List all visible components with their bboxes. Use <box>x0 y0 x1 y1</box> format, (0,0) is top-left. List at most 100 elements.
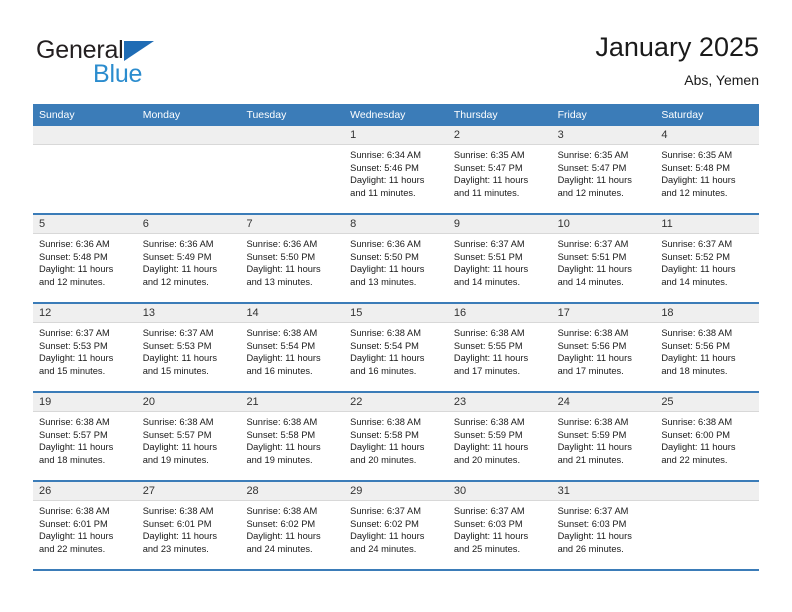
daylight-text-line1: Daylight: 11 hours <box>661 264 736 275</box>
daylight-text-line2: and 15 minutes. <box>142 365 209 376</box>
sunrise-text: Sunrise: 6:35 AM <box>661 150 733 160</box>
weekday-header-wednesday: Wednesday <box>350 109 406 121</box>
calendar-day-cell[interactable]: 28 Sunrise: 6:38 AM Sunset: 6:02 PM Dayligh… <box>240 482 345 569</box>
day-number-band: 9 <box>447 215 552 234</box>
day-number: 29 <box>350 485 363 497</box>
general-blue-logo[interactable]: General Blue <box>33 36 193 92</box>
day-number: 22 <box>350 396 363 408</box>
calendar-day-cell[interactable]: 13 Sunrise: 6:37 AM Sunset: 5:53 PM Dayligh… <box>136 304 241 391</box>
day-number: 1 <box>350 129 357 141</box>
calendar-day-cell[interactable]: 24 Sunrise: 6:38 AM Sunset: 5:59 PM Dayligh… <box>551 393 656 480</box>
calendar-week-row: 12 Sunrise: 6:37 AM Sunset: 5:53 PM Dayligh… <box>33 304 760 393</box>
daylight-text-line1: Daylight: 11 hours <box>453 264 529 275</box>
sunset-text: Sunset: 5:53 PM <box>142 340 212 351</box>
day-number-band: 5 <box>33 215 137 234</box>
sunrise-text: Sunrise: 6:38 AM <box>557 417 629 427</box>
sunrise-text: Sunrise: 6:38 AM <box>557 328 629 338</box>
sunset-text: Sunset: 5:54 PM <box>350 340 419 351</box>
daylight-text-line1: Daylight: 11 hours <box>453 442 529 453</box>
day-number: 31 <box>557 485 570 497</box>
daylight-text-line2: and 20 minutes. <box>350 454 417 465</box>
calendar-day-cell-empty <box>240 126 345 213</box>
sunset-text: Sunset: 6:01 PM <box>39 518 108 529</box>
sunrise-text: Sunrise: 6:37 AM <box>350 506 421 516</box>
daylight-text-line2: and 18 minutes. <box>661 365 728 376</box>
calendar-day-cell[interactable]: 20 Sunrise: 6:38 AM Sunset: 5:57 PM Dayligh… <box>136 393 241 480</box>
calendar-day-cell[interactable]: 7 Sunrise: 6:36 AM Sunset: 5:50 PM Daylight… <box>240 215 345 302</box>
calendar-day-cell[interactable]: 9 Sunrise: 6:37 AM Sunset: 5:51 PM Daylight… <box>447 215 552 302</box>
daylight-text-line2: and 24 minutes. <box>350 543 417 554</box>
sunset-text: Sunset: 5:47 PM <box>453 162 523 173</box>
day-number-band: 6 <box>136 215 241 234</box>
sunrise-text: Sunrise: 6:38 AM <box>39 506 110 516</box>
sunset-text: Sunset: 5:50 PM <box>350 251 419 262</box>
day-detail-body: Sunrise: 6:37 AM Sunset: 6:03 PM Daylight:… <box>552 501 656 555</box>
sunset-text: Sunset: 5:57 PM <box>142 429 212 440</box>
sunrise-text: Sunrise: 6:38 AM <box>661 417 733 427</box>
daylight-text-line2: and 21 minutes. <box>557 454 624 465</box>
calendar-day-cell[interactable]: 10 Sunrise: 6:37 AM Sunset: 5:51 PM Dayligh… <box>551 215 656 302</box>
calendar-day-cell[interactable]: 17 Sunrise: 6:38 AM Sunset: 5:56 PM Dayligh… <box>551 304 656 391</box>
daylight-text-line2: and 13 minutes. <box>246 276 313 287</box>
sunrise-text: Sunrise: 6:38 AM <box>246 417 318 427</box>
calendar-day-cell[interactable]: 12 Sunrise: 6:37 AM Sunset: 5:53 PM Dayligh… <box>33 304 137 391</box>
day-number-band <box>33 126 137 145</box>
day-number: 28 <box>246 485 259 497</box>
calendar-week-row: 26 Sunrise: 6:38 AM Sunset: 6:01 PM Dayligh… <box>33 482 760 571</box>
calendar-day-cell[interactable]: 21 Sunrise: 6:38 AM Sunset: 5:58 PM Dayligh… <box>240 393 345 480</box>
calendar-day-cell[interactable]: 8 Sunrise: 6:36 AM Sunset: 5:50 PM Daylight… <box>344 215 448 302</box>
calendar-day-cell[interactable]: 15 Sunrise: 6:38 AM Sunset: 5:54 PM Dayligh… <box>344 304 448 391</box>
daylight-text-line2: and 14 minutes. <box>661 276 728 287</box>
sunset-text: Sunset: 6:02 PM <box>246 518 316 529</box>
day-number-band: 8 <box>344 215 448 234</box>
day-number-band: 19 <box>33 393 137 412</box>
day-number-band: 14 <box>240 304 345 323</box>
day-number: 5 <box>39 218 46 230</box>
day-number-band: 20 <box>136 393 241 412</box>
calendar-day-cell[interactable]: 23 Sunrise: 6:38 AM Sunset: 5:59 PM Dayligh… <box>447 393 552 480</box>
calendar-day-cell[interactable]: 30 Sunrise: 6:37 AM Sunset: 6:03 PM Dayligh… <box>447 482 552 569</box>
daylight-text-line2: and 11 minutes. <box>350 187 416 198</box>
logo-text-blue: Blue <box>93 60 143 88</box>
day-number: 7 <box>246 218 253 230</box>
daylight-text-line1: Daylight: 11 hours <box>39 531 114 542</box>
sunrise-text: Sunrise: 6:38 AM <box>350 328 421 338</box>
sunrise-text: Sunrise: 6:35 AM <box>453 150 525 160</box>
calendar-day-cell[interactable]: 14 Sunrise: 6:38 AM Sunset: 5:54 PM Dayligh… <box>240 304 345 391</box>
calendar-day-cell[interactable]: 31 Sunrise: 6:37 AM Sunset: 6:03 PM Dayligh… <box>551 482 656 569</box>
daylight-text-line2: and 26 minutes. <box>557 543 624 554</box>
calendar-day-cell[interactable]: 6 Sunrise: 6:36 AM Sunset: 5:49 PM Daylight… <box>136 215 241 302</box>
calendar-week-row: 5 Sunrise: 6:36 AM Sunset: 5:48 PM Daylight… <box>33 215 760 304</box>
day-number: 27 <box>142 485 155 497</box>
day-number-band: 27 <box>136 482 241 501</box>
calendar-day-cell[interactable]: 27 Sunrise: 6:38 AM Sunset: 6:01 PM Dayligh… <box>136 482 241 569</box>
calendar-day-cell[interactable]: 3 Sunrise: 6:35 AM Sunset: 5:47 PM Daylight… <box>551 126 656 213</box>
daylight-text-line2: and 14 minutes. <box>557 276 624 287</box>
daylight-text-line2: and 19 minutes. <box>142 454 209 465</box>
calendar-day-cell[interactable]: 2 Sunrise: 6:35 AM Sunset: 5:47 PM Daylight… <box>447 126 552 213</box>
sunset-text: Sunset: 5:52 PM <box>661 251 731 262</box>
day-number-band: 11 <box>655 215 760 234</box>
calendar-day-cell[interactable]: 11 Sunrise: 6:37 AM Sunset: 5:52 PM Dayligh… <box>655 215 760 302</box>
calendar-day-cell[interactable]: 4 Sunrise: 6:35 AM Sunset: 5:48 PM Daylight… <box>655 126 760 213</box>
calendar-day-cell[interactable]: 22 Sunrise: 6:38 AM Sunset: 5:58 PM Dayligh… <box>344 393 448 480</box>
calendar-day-cell[interactable]: 16 Sunrise: 6:38 AM Sunset: 5:55 PM Dayligh… <box>447 304 552 391</box>
sunrise-text: Sunrise: 6:38 AM <box>142 417 214 427</box>
calendar-day-cell[interactable]: 18 Sunrise: 6:38 AM Sunset: 5:56 PM Dayligh… <box>655 304 760 391</box>
calendar-day-cell[interactable]: 1 Sunrise: 6:34 AM Sunset: 5:46 PM Daylight… <box>344 126 448 213</box>
daylight-text-line2: and 16 minutes. <box>246 365 313 376</box>
day-number: 20 <box>142 396 155 408</box>
day-number: 24 <box>557 396 570 408</box>
calendar-day-cell[interactable]: 26 Sunrise: 6:38 AM Sunset: 6:01 PM Dayligh… <box>33 482 137 569</box>
sunset-text: Sunset: 5:57 PM <box>39 429 108 440</box>
calendar-day-cell[interactable]: 19 Sunrise: 6:38 AM Sunset: 5:57 PM Dayligh… <box>33 393 137 480</box>
daylight-text-line2: and 18 minutes. <box>39 454 106 465</box>
calendar-day-cell[interactable]: 29 Sunrise: 6:37 AM Sunset: 6:02 PM Dayligh… <box>344 482 448 569</box>
calendar-day-cell[interactable]: 5 Sunrise: 6:36 AM Sunset: 5:48 PM Daylight… <box>33 215 137 302</box>
day-number: 8 <box>350 218 357 230</box>
weekday-header-row: Sunday Monday Tuesday Wednesday Thursday… <box>33 104 759 126</box>
calendar-day-cell[interactable]: 25 Sunrise: 6:38 AM Sunset: 6:00 PM Dayligh… <box>655 393 760 480</box>
sunrise-text: Sunrise: 6:38 AM <box>246 506 318 516</box>
daylight-text-line2: and 16 minutes. <box>350 365 417 376</box>
day-number: 13 <box>142 307 155 319</box>
